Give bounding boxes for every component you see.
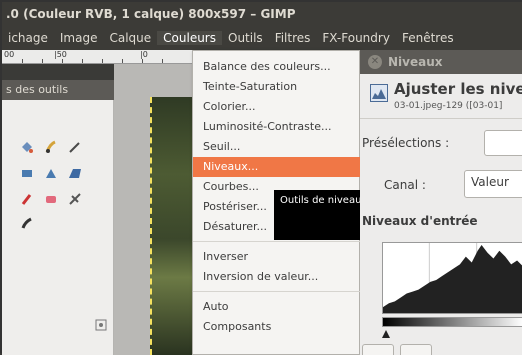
channel-label: Canal : <box>384 178 426 192</box>
menu-filtres[interactable]: Filtres <box>269 31 317 45</box>
pencil-icon[interactable] <box>68 140 82 154</box>
divider <box>360 118 522 119</box>
ink-icon[interactable] <box>20 216 34 230</box>
levels-dialog: Ajuster les niveaux 03-01.jpeg-129 ([03-… <box>360 74 522 355</box>
menu-outils[interactable]: Outils <box>222 31 269 45</box>
menu-item-composants[interactable]: Composants <box>193 317 361 337</box>
toolbox <box>2 100 114 355</box>
menu-separator <box>193 291 361 292</box>
dialog-titlebar: ✕ Niveaux <box>360 50 522 74</box>
menu-item-inversion-valeur[interactable]: Inversion de valeur... <box>193 267 361 287</box>
dialog-heading: Ajuster les niveaux <box>394 80 522 98</box>
heal-icon[interactable] <box>44 166 58 180</box>
dialog-subtitle: 03-01.jpeg-129 ([03-01] <box>394 101 503 111</box>
config-icon[interactable] <box>94 318 108 332</box>
ruler-label: 00 <box>4 50 15 59</box>
input-gradient <box>382 317 522 327</box>
pick-black-button[interactable] <box>362 344 394 355</box>
tooltip: Outils de niveaux <box>274 190 362 240</box>
horizontal-ruler: 00 |50 |0 <box>2 50 192 64</box>
menu-item-balance[interactable]: Balance des couleurs... <box>193 57 361 77</box>
menu-item-luminosite[interactable]: Luminosité-Contraste... <box>193 117 361 137</box>
menu-item-colorier[interactable]: Colorier... <box>193 97 361 117</box>
levels-icon <box>370 84 388 102</box>
perspective-clone-icon[interactable] <box>68 166 82 180</box>
ruler-label: |0 <box>140 50 148 59</box>
menu-affichage[interactable]: ichage <box>2 31 54 45</box>
menu-fenetres[interactable]: Fenêtres <box>396 31 460 45</box>
channel-select[interactable]: Valeur <box>464 170 522 198</box>
menu-image[interactable]: Image <box>54 31 104 45</box>
app-title: .0 (Couleur RVB, 1 calque) 800x597 – GIM… <box>2 2 522 26</box>
menu-item-seuil[interactable]: Seuil... <box>193 137 361 157</box>
airbrush-icon[interactable] <box>20 192 34 206</box>
pick-gray-button[interactable] <box>400 344 432 355</box>
image-canvas[interactable] <box>150 97 192 355</box>
menu-item-teinte[interactable]: Teinte-Saturation <box>193 77 361 97</box>
menu-couleurs[interactable]: Couleurs <box>157 31 222 45</box>
dialog-window-title: Niveaux <box>388 55 443 69</box>
menu-separator <box>193 241 361 242</box>
presets-combo[interactable] <box>484 130 522 156</box>
smudge-icon[interactable] <box>68 192 82 206</box>
bucket-icon[interactable] <box>20 140 34 154</box>
presets-label: Présélections : <box>362 136 450 150</box>
close-icon[interactable]: ✕ <box>368 55 382 69</box>
brush-icon[interactable] <box>44 140 58 154</box>
menu-item-inverser[interactable]: Inverser <box>193 247 361 267</box>
black-point-handle[interactable] <box>382 330 390 338</box>
eraser-icon[interactable] <box>44 192 58 206</box>
ruler-label: |50 <box>54 50 67 59</box>
menu-fx-foundry[interactable]: FX-Foundry <box>316 31 396 45</box>
menubar: ichage Image Calque Couleurs Outils Filt… <box>2 26 522 50</box>
menu-item-auto[interactable]: Auto <box>193 297 361 317</box>
menu-calque[interactable]: Calque <box>103 31 157 45</box>
clone-icon[interactable] <box>20 166 34 180</box>
input-levels-label: Niveaux d'entrée <box>362 214 478 228</box>
menu-item-niveaux[interactable]: Niveaux... <box>193 157 361 177</box>
histogram <box>382 242 522 314</box>
toolbox-title: s des outils <box>2 80 114 100</box>
